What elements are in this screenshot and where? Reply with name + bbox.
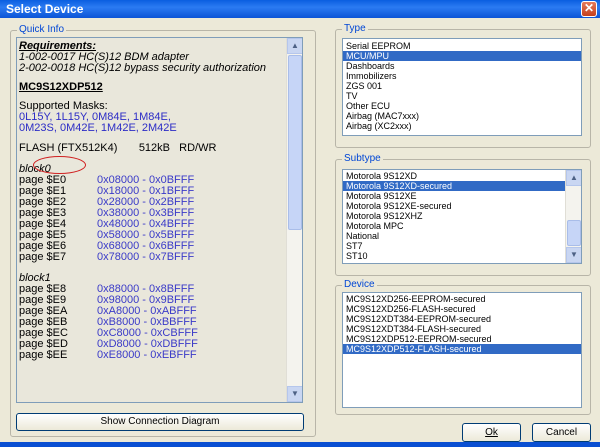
type-list-item[interactable]: Airbag (XC2xxx)	[343, 121, 581, 131]
ok-button-label: Ok	[485, 427, 498, 438]
type-list-item[interactable]: TV	[343, 91, 581, 101]
device-listbox[interactable]: MC9S12XD256-EEPROM-secured MC9S12XD256-FL…	[342, 292, 582, 408]
type-list-item[interactable]: ZGS 001	[343, 81, 581, 91]
scroll-down-arrow-icon[interactable]: ▼	[566, 247, 581, 263]
subtype-label: Subtype	[342, 153, 383, 164]
device-list-item[interactable]: MC9S12XD256-EEPROM-secured	[343, 294, 581, 304]
subtype-list-item[interactable]: National	[343, 231, 565, 241]
subtype-list-item[interactable]: ST10	[343, 251, 565, 261]
ok-button[interactable]: Ok	[462, 423, 521, 442]
scroll-up-arrow-icon[interactable]: ▲	[287, 38, 302, 54]
flash-blocks: block0 page $E0 0x08000 - 0x0BFFF page $E1 0…	[19, 164, 289, 361]
page-name: page $EE	[19, 349, 68, 361]
device-label: Device	[342, 279, 377, 290]
show-connection-diagram-button[interactable]: Show Connection Diagram	[16, 413, 304, 431]
device-list-item[interactable]: MC9S12XDP512-EEPROM-secured	[343, 334, 581, 344]
subtype-listbox[interactable]: Motorola 9S12XD Motorola 9S12XD-secured Mo…	[342, 169, 582, 264]
device-list-item[interactable]: MC9S12XD256-FLASH-secured	[343, 304, 581, 314]
type-list-item[interactable]: Dashboards	[343, 61, 581, 71]
requirement-item: 2-002-0018 HC(S)12 bypass security autho…	[19, 62, 267, 74]
quick-info-scrollbar[interactable]: ▲ ▼	[286, 38, 302, 402]
scroll-up-arrow-icon[interactable]: ▲	[566, 170, 581, 186]
window-title: Select Device	[6, 2, 84, 16]
device-name-heading: MC9S12XDP512	[19, 81, 103, 93]
highlight-circle-annotation	[33, 156, 86, 174]
page-name: page $E7	[19, 251, 67, 263]
type-list-item[interactable]: Serial EEPROM	[343, 41, 581, 51]
type-list-item[interactable]: Immobilizers	[343, 71, 581, 81]
device-list-item[interactable]: MC9S12XDT384-EEPROM-secured	[343, 314, 581, 324]
type-list-item[interactable]: Airbag (MAC7xxx)	[343, 111, 581, 121]
type-listbox[interactable]: Serial EEPROM MCU/MPU Dashboards Immobilize…	[342, 38, 582, 136]
flash-info: FLASH (FTX512K4) 512kB RD/WR	[19, 142, 217, 154]
type-list-item[interactable]: MCU/MPU	[343, 51, 581, 61]
subtype-list-item[interactable]: Motorola 9S12XD	[343, 171, 565, 181]
close-icon[interactable]: ✕	[581, 1, 597, 17]
device-list-item[interactable]: MC9S12XDP512-FLASH-secured	[343, 344, 581, 354]
quick-info-content: Requirements: 1-002-0017 HC(S)12 BDM ada…	[19, 41, 289, 361]
subtype-scrollbar[interactable]: ▲ ▼	[565, 170, 581, 263]
subtype-list-item[interactable]: Motorola 9S12XHZ	[343, 211, 565, 221]
page-row: page $E7 0x78000 - 0x7BFFF	[19, 252, 289, 263]
taskbar-strip	[0, 442, 600, 447]
quick-info-panel: Requirements: 1-002-0017 HC(S)12 BDM ada…	[16, 37, 303, 403]
page-range: 0x78000 - 0x7BFFF	[97, 251, 195, 263]
type-list-item[interactable]: Other ECU	[343, 101, 581, 111]
subtype-list-item[interactable]: Motorola MPC	[343, 221, 565, 231]
page-row: page $EE 0xE8000 - 0xEBFFF	[19, 350, 289, 361]
subtype-list-item[interactable]: Motorola 9S12XD-secured	[343, 181, 565, 191]
device-list-item[interactable]: MC9S12XDT384-FLASH-secured	[343, 324, 581, 334]
page-range: 0xE8000 - 0xEBFFF	[97, 349, 197, 361]
subtype-list-item[interactable]: Motorola 9S12XE	[343, 191, 565, 201]
subtype-list-item[interactable]: Motorola 9S12XE-secured	[343, 201, 565, 211]
scroll-thumb[interactable]	[567, 220, 581, 246]
scroll-thumb[interactable]	[288, 55, 302, 230]
title-bar: Select Device ✕	[0, 0, 600, 18]
mask-line: 0M23S, 0M42E, 1M42E, 2M42E	[19, 122, 177, 134]
type-label: Type	[342, 23, 368, 34]
scroll-down-arrow-icon[interactable]: ▼	[287, 386, 302, 402]
cancel-button[interactable]: Cancel	[532, 423, 591, 442]
quick-info-label: Quick Info	[17, 24, 67, 35]
cancel-button-label: Cancel	[545, 427, 578, 438]
subtype-list-item[interactable]: ST7	[343, 241, 565, 251]
